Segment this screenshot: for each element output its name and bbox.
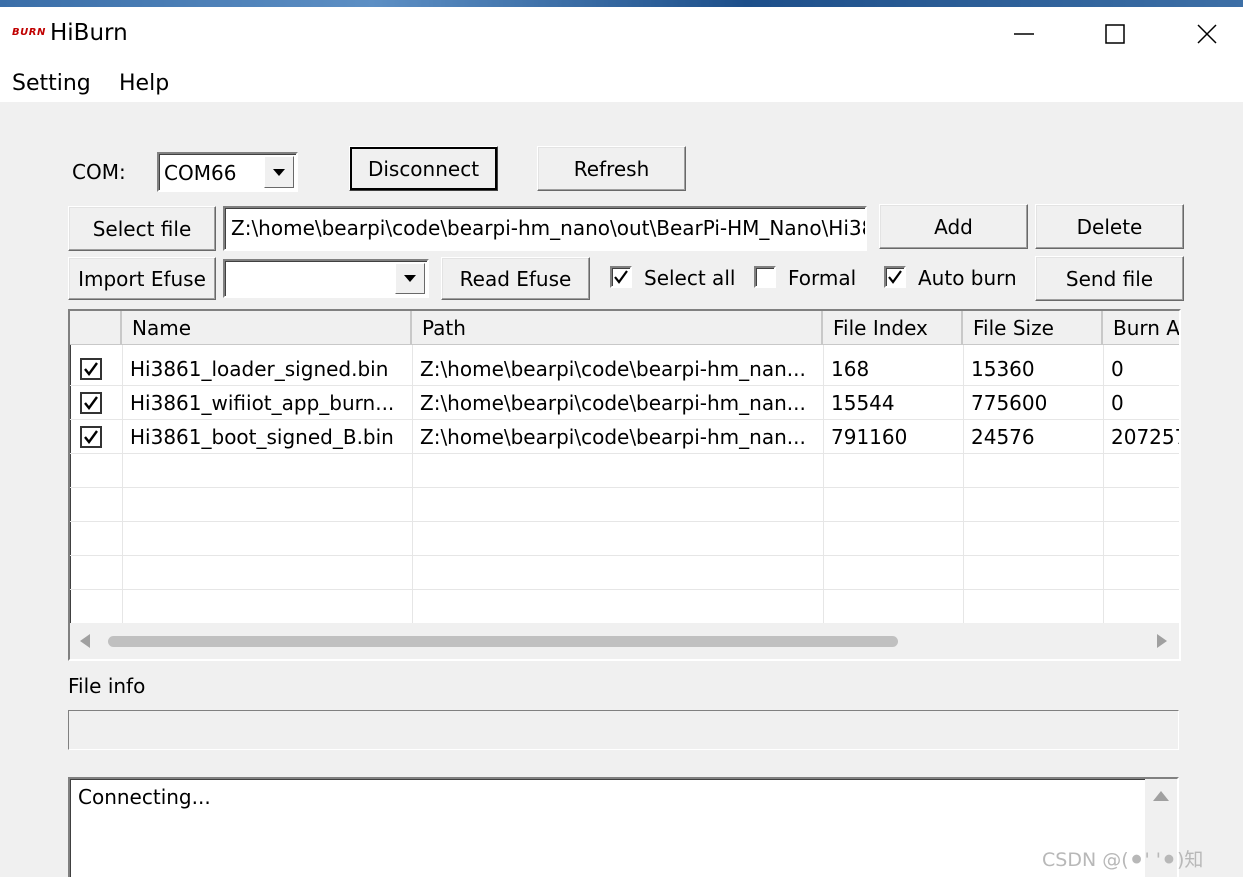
minimize-button[interactable] bbox=[993, 12, 1055, 56]
scroll-left-icon[interactable] bbox=[78, 633, 92, 649]
chevron-down-icon bbox=[404, 275, 416, 282]
check-icon bbox=[84, 362, 98, 376]
com-dropdown-button[interactable] bbox=[264, 156, 294, 188]
com-label: COM: bbox=[72, 160, 126, 184]
column-header-file-size[interactable]: File Size bbox=[963, 311, 1103, 345]
cell-file-index: 168 bbox=[831, 357, 870, 381]
file-path-value: Z:\home\bearpi\code\bearpi-hm_nano\out\B… bbox=[231, 216, 867, 240]
cell-path: Z:\home\bearpi\code\bearpi-hm_nan... bbox=[420, 391, 806, 415]
table-row-empty bbox=[70, 590, 1179, 624]
select-all-checkbox[interactable] bbox=[610, 266, 632, 288]
cell-burn-addr: 207257 bbox=[1111, 425, 1179, 449]
file-info-field bbox=[68, 710, 1179, 750]
read-efuse-button[interactable]: Read Efuse bbox=[441, 257, 590, 300]
table-row-empty bbox=[70, 488, 1179, 522]
table-row[interactable]: Hi3861_wifiiot_app_burn... Z:\home\bearp… bbox=[70, 386, 1179, 420]
auto-burn-label: Auto burn bbox=[918, 266, 1017, 290]
check-icon bbox=[888, 270, 902, 284]
cell-burn-addr: 0 bbox=[1111, 357, 1124, 381]
cell-name: Hi3861_loader_signed.bin bbox=[130, 357, 389, 381]
column-header-name[interactable]: Name bbox=[122, 311, 412, 345]
scroll-up-icon[interactable] bbox=[1153, 791, 1169, 801]
table-row[interactable]: Hi3861_boot_signed_B.bin Z:\home\bearpi\… bbox=[70, 420, 1179, 454]
formal-label: Formal bbox=[788, 266, 857, 290]
column-header-check[interactable] bbox=[70, 311, 122, 345]
file-info-label: File info bbox=[68, 674, 146, 698]
send-file-button[interactable]: Send file bbox=[1035, 256, 1184, 301]
table-row-empty bbox=[70, 522, 1179, 556]
cell-file-size: 775600 bbox=[971, 391, 1048, 415]
cell-file-index: 791160 bbox=[831, 425, 908, 449]
add-button[interactable]: Add bbox=[879, 204, 1028, 249]
table-row-empty bbox=[70, 454, 1179, 488]
select-all-label: Select all bbox=[644, 266, 736, 290]
menu-help[interactable]: Help bbox=[119, 71, 169, 96]
refresh-button[interactable]: Refresh bbox=[537, 146, 686, 191]
row-checkbox[interactable] bbox=[80, 426, 102, 448]
cell-name: Hi3861_wifiiot_app_burn... bbox=[130, 391, 395, 415]
check-icon bbox=[84, 430, 98, 444]
menu-setting[interactable]: Setting bbox=[12, 71, 91, 96]
check-icon bbox=[84, 396, 98, 410]
com-selected-value: COM66 bbox=[164, 161, 237, 185]
formal-checkbox[interactable] bbox=[754, 266, 776, 288]
window-title: HiBurn bbox=[50, 20, 128, 46]
table-row-empty bbox=[70, 556, 1179, 590]
cell-file-size: 15360 bbox=[971, 357, 1035, 381]
minimize-icon bbox=[1014, 33, 1034, 35]
disconnect-button[interactable]: Disconnect bbox=[349, 146, 498, 191]
chevron-down-icon bbox=[273, 168, 285, 176]
app-icon: BURN bbox=[12, 27, 46, 38]
cell-path: Z:\home\bearpi\code\bearpi-hm_nan... bbox=[420, 357, 806, 381]
delete-button[interactable]: Delete bbox=[1035, 204, 1184, 249]
maximize-button[interactable] bbox=[1084, 12, 1146, 56]
table-row[interactable]: Hi3861_loader_signed.bin Z:\home\bearpi\… bbox=[70, 352, 1179, 386]
column-header-file-index[interactable]: File Index bbox=[823, 311, 963, 345]
column-header-burn-addr[interactable]: Burn A bbox=[1103, 311, 1179, 345]
cell-path: Z:\home\bearpi\code\bearpi-hm_nan... bbox=[420, 425, 806, 449]
horizontal-scrollbar[interactable] bbox=[70, 623, 1179, 659]
check-icon bbox=[614, 270, 628, 284]
log-text: Connecting... bbox=[78, 785, 211, 809]
efuse-select[interactable] bbox=[223, 259, 429, 298]
title-bar bbox=[0, 0, 1243, 64]
desktop-strip bbox=[0, 0, 1243, 7]
efuse-dropdown-button[interactable] bbox=[395, 263, 425, 294]
cell-name: Hi3861_boot_signed_B.bin bbox=[130, 425, 394, 449]
watermark: CSDN @(⚫' '⚫)知 bbox=[1042, 849, 1204, 871]
column-header-path[interactable]: Path bbox=[412, 311, 823, 345]
row-checkbox[interactable] bbox=[80, 358, 102, 380]
row-checkbox[interactable] bbox=[80, 392, 102, 414]
close-icon bbox=[1197, 24, 1217, 44]
scrollbar-thumb[interactable] bbox=[108, 636, 898, 647]
com-select[interactable]: COM66 bbox=[157, 152, 298, 192]
maximize-icon bbox=[1105, 24, 1125, 44]
cell-file-size: 24576 bbox=[971, 425, 1035, 449]
cell-burn-addr: 0 bbox=[1111, 391, 1124, 415]
close-button[interactable] bbox=[1176, 12, 1238, 56]
file-path-input[interactable]: Z:\home\bearpi\code\bearpi-hm_nano\out\B… bbox=[223, 206, 867, 251]
log-output[interactable]: Connecting... bbox=[68, 777, 1179, 877]
import-efuse-button[interactable]: Import Efuse bbox=[68, 257, 216, 300]
cell-file-index: 15544 bbox=[831, 391, 895, 415]
select-file-button[interactable]: Select file bbox=[68, 206, 216, 251]
scroll-right-icon[interactable] bbox=[1155, 633, 1169, 649]
file-table[interactable]: Name Path File Index File Size Burn A Hi… bbox=[68, 309, 1181, 661]
auto-burn-checkbox[interactable] bbox=[884, 266, 906, 288]
menu-bar bbox=[0, 64, 1243, 102]
